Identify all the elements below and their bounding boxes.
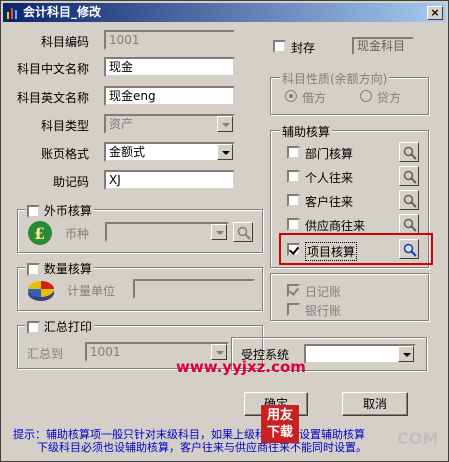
type-label: 科目类型	[41, 119, 90, 133]
format-select[interactable]: 金额式	[104, 142, 235, 162]
personal-checkbox[interactable]	[287, 170, 300, 183]
aux-title: 辅助核算	[280, 123, 333, 140]
search-icon	[403, 194, 417, 208]
en-name-label: 科目英文名称	[17, 91, 90, 105]
mnemonic-label: 助记码	[53, 175, 90, 189]
search-icon	[403, 146, 417, 160]
debit-radio[interactable]	[285, 90, 297, 102]
type-select[interactable]: 资产	[104, 114, 235, 134]
format-label: 账页格式	[41, 147, 90, 161]
mnemonic-field[interactable]: XJ	[104, 170, 235, 190]
format-value: 金额式	[109, 145, 146, 159]
personal-lookup-button[interactable]	[399, 166, 419, 186]
currency-label: 币种	[65, 227, 90, 241]
title-bar: 会计科目_修改 ×	[3, 3, 446, 22]
en-name-field[interactable]: 现金eng	[104, 86, 235, 106]
dept-checkbox[interactable]	[287, 146, 300, 159]
summary-print-checkbox[interactable]	[27, 321, 40, 334]
summary-to-label: 汇总到	[27, 347, 64, 361]
chevron-down-icon[interactable]	[398, 346, 414, 362]
aux-item-label: 个人往来	[305, 171, 354, 185]
cancel-button[interactable]: 取消	[342, 392, 408, 416]
supplier-checkbox[interactable]	[287, 218, 300, 231]
customer-checkbox[interactable]	[287, 194, 300, 207]
foreign-currency-checkbox[interactable]	[27, 205, 40, 218]
debit-label: 借方	[302, 91, 327, 105]
aux-item-label: 客户往来	[305, 195, 354, 209]
quantity-title: 数量核算	[43, 262, 92, 276]
currency-icon: £	[27, 220, 53, 246]
unit-field[interactable]	[133, 279, 255, 299]
unit-label: 计量单位	[67, 284, 116, 298]
watermark-logo: 用友 下载	[261, 405, 299, 443]
aux-item-label: 供应商往来	[305, 219, 366, 233]
dept-lookup-button[interactable]	[399, 142, 419, 162]
highlight-box	[279, 233, 433, 265]
summary-print-header: 汇总打印	[25, 318, 94, 335]
journal-checkbox[interactable]	[287, 284, 300, 297]
supplier-lookup-button[interactable]	[399, 214, 419, 234]
code-label: 科目编码	[41, 35, 90, 49]
journal-label: 日记账	[305, 285, 342, 299]
bank-checkbox[interactable]	[287, 303, 300, 316]
logo-bottom-text: 下载	[266, 425, 293, 440]
seal-label: 封存	[291, 41, 316, 55]
close-button[interactable]: ×	[427, 6, 443, 20]
bank-label: 银行账	[305, 304, 342, 318]
hint-text: 提示：辅助核算项一般只针对末级科目，如果上级科目也可设置辅助核算 下级科目必须也…	[13, 428, 443, 454]
hint-line-1: 提示：辅助核算项一般只针对末级科目，如果上级科目也可设置辅助核算	[13, 428, 365, 441]
summary-to-value: 1001	[90, 345, 121, 359]
seal-checkbox[interactable]	[273, 40, 286, 53]
code-field[interactable]: 1001	[104, 30, 235, 50]
app-icon	[6, 6, 19, 19]
search-icon	[403, 170, 417, 184]
credit-label: 贷方	[377, 91, 402, 105]
dialog-window: 会计科目_修改 × 科目编码 1001 科目中文名称 现金 科目英文名称 现金e…	[0, 0, 449, 462]
summary-print-title: 汇总打印	[43, 320, 92, 334]
currency-lookup-button[interactable]	[233, 222, 253, 242]
hint-line-2: 下级科目必须也设辅助核算，客户往来与供应商往来不能同时设置。	[37, 441, 367, 454]
quantity-header: 数量核算	[25, 260, 94, 277]
credit-radio[interactable]	[360, 90, 372, 102]
cn-name-field[interactable]: 现金	[104, 57, 235, 77]
cn-name-label: 科目中文名称	[17, 62, 90, 76]
currency-select[interactable]	[105, 222, 229, 242]
type-value: 资产	[109, 117, 134, 131]
window-title: 会计科目_修改	[23, 5, 102, 19]
quantity-icon	[26, 277, 56, 303]
watermark-corner: COM	[397, 429, 439, 448]
foreign-currency-header: 外币核算	[25, 202, 94, 219]
foreign-currency-title: 外币核算	[43, 204, 92, 218]
nature-title: 科目性质(余额方向)	[280, 70, 390, 87]
aux-item-label: 部门核算	[305, 147, 354, 161]
watermark-site: www.yyjxz.com	[176, 358, 306, 376]
chevron-down-icon[interactable]	[217, 116, 233, 132]
customer-lookup-button[interactable]	[399, 190, 419, 210]
quantity-checkbox[interactable]	[27, 263, 40, 276]
chevron-down-icon[interactable]	[217, 144, 233, 160]
logo-top-text: 用友	[266, 408, 293, 423]
chevron-down-icon[interactable]	[211, 224, 227, 240]
search-icon	[237, 226, 251, 240]
seal-badge: 现金科目	[352, 37, 414, 55]
controlled-select[interactable]	[304, 344, 416, 364]
search-icon	[403, 218, 417, 232]
svg-text:£: £	[34, 224, 45, 243]
